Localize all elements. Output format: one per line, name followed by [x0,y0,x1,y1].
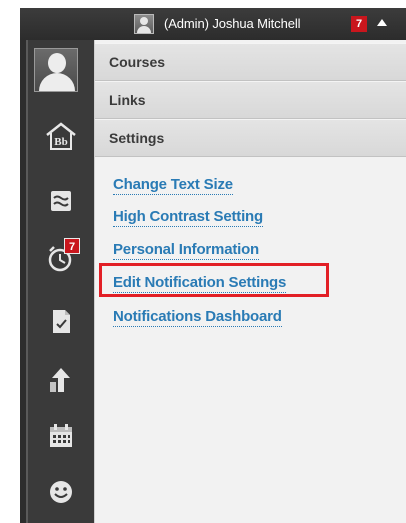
svg-text:Bb: Bb [54,136,67,148]
caret-up-icon[interactable] [377,19,387,26]
smiley-icon [50,481,72,503]
rail-item-home[interactable]: Bb [28,110,94,162]
rail-item-people[interactable] [28,466,94,518]
user-avatar-icon [134,14,154,34]
rail-item-updates[interactable] [28,354,94,406]
user-menu-bar[interactable]: (Admin) Joshua Mitchell 7 [20,8,406,40]
calendar-icon [50,424,72,447]
rail-item-avatar[interactable] [28,40,94,92]
grades-arrow-icon [50,368,70,392]
avatar-icon [34,48,78,92]
personal-information-link[interactable]: Personal Information [113,241,259,260]
bb-home-icon: Bb [46,122,76,150]
stream-icon [51,191,71,211]
notification-count-badge[interactable]: 7 [351,16,367,32]
rail-item-due-dates[interactable]: 7 [28,232,94,284]
change-text-size-link[interactable]: Change Text Size [113,176,233,195]
rail-item-calendar[interactable] [28,410,94,462]
left-icon-rail: Bb 7 [28,40,94,523]
rail-item-stream[interactable] [28,175,94,227]
rail-item-grades[interactable] [28,295,94,347]
username-label[interactable]: (Admin) Joshua Mitchell [164,16,301,31]
high-contrast-setting-link[interactable]: High Contrast Setting [113,208,263,227]
notifications-dashboard-link[interactable]: Notifications Dashboard [113,308,282,327]
menu-item-settings[interactable]: Settings [95,119,406,157]
menu-item-links[interactable]: Links [95,81,406,119]
highlight-box [99,263,329,297]
page: (Admin) Joshua Mitchell 7 Bb 7 Courses L… [0,0,406,523]
document-check-icon [53,310,70,333]
due-count-badge: 7 [64,238,80,254]
menu-item-courses[interactable]: Courses [95,43,406,81]
